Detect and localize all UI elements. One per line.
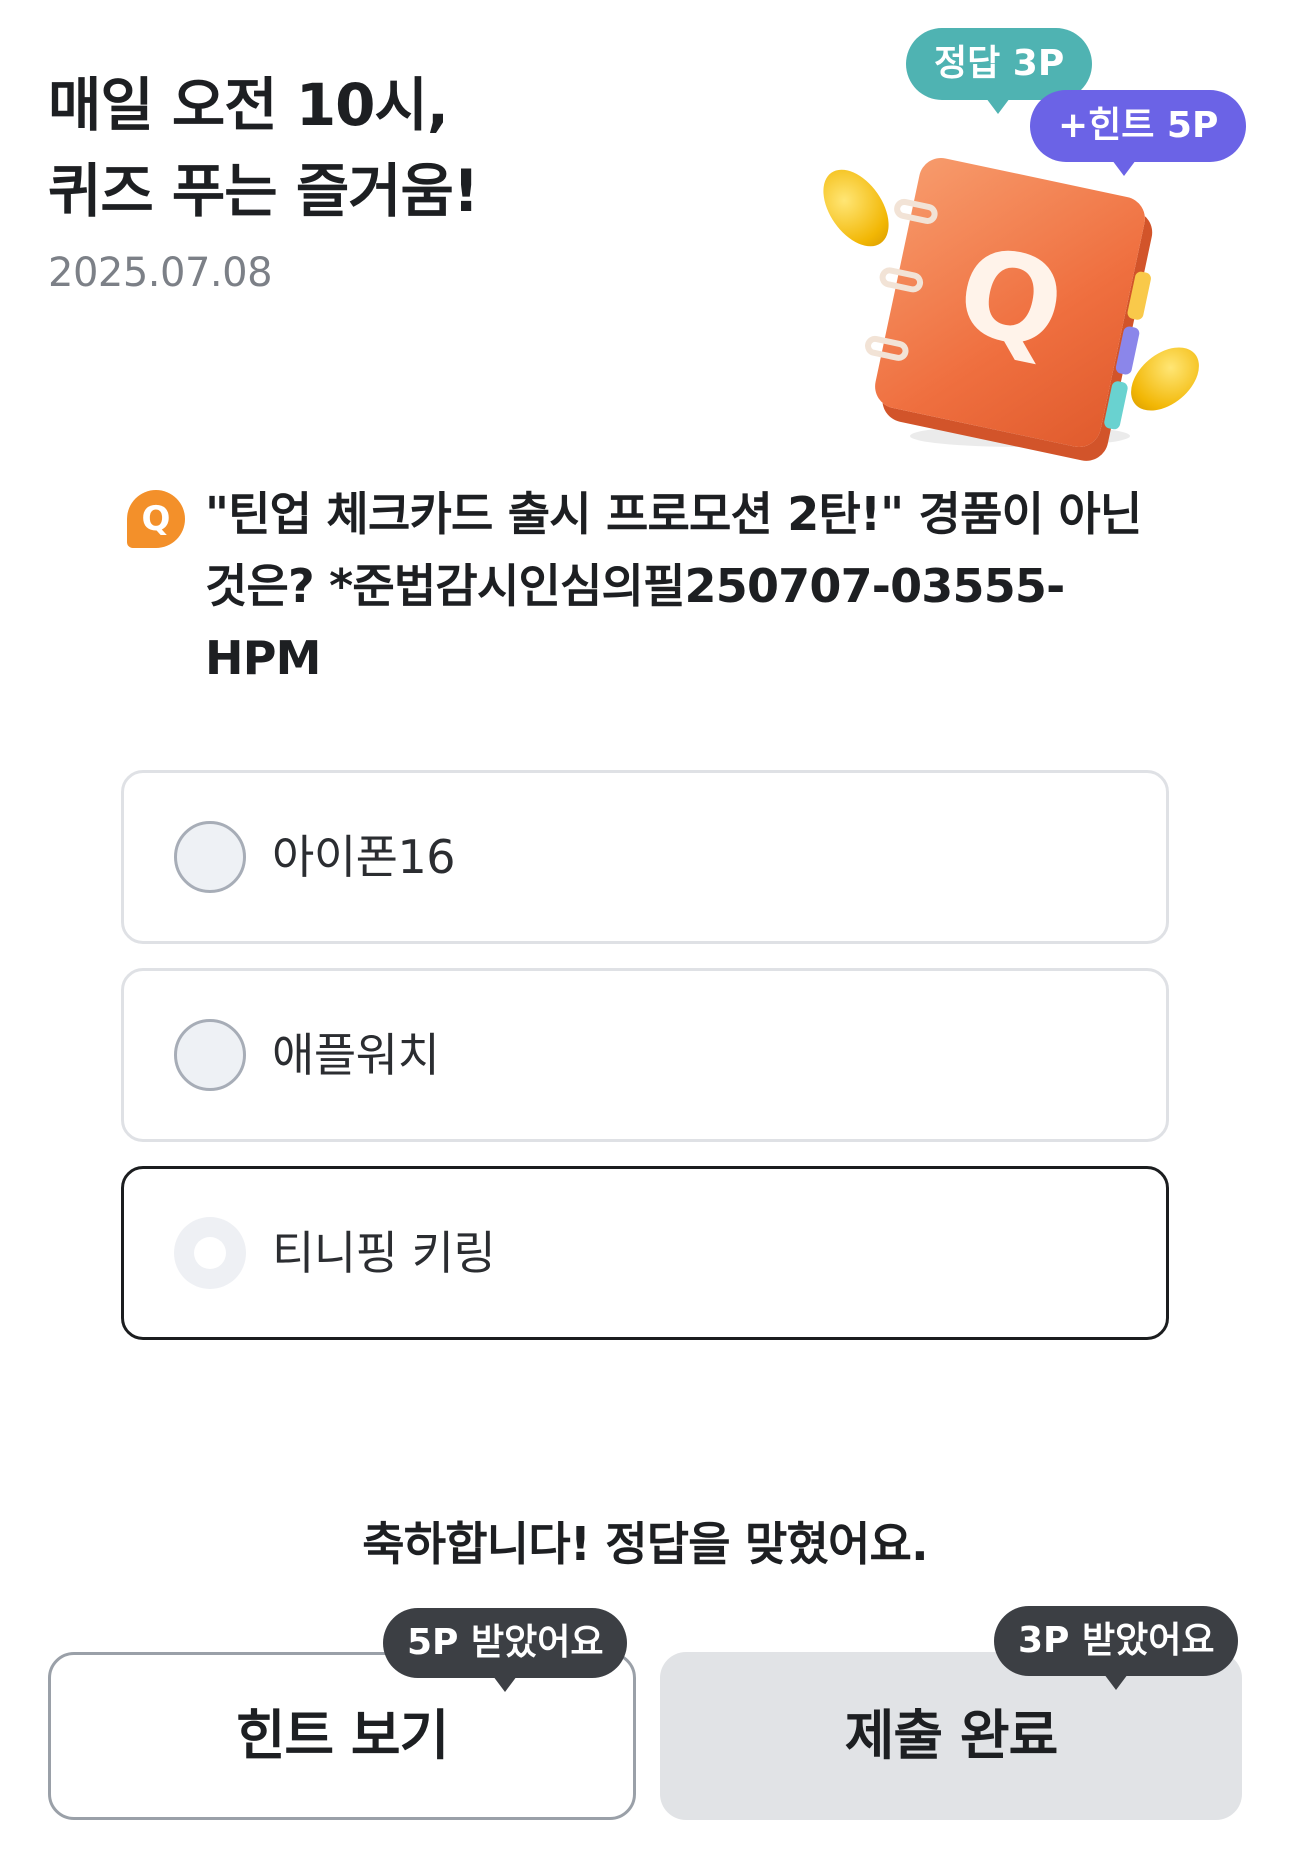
quiz-date: 2025.07.08 [48,250,273,296]
option-label: 아이폰16 [272,830,456,884]
page-title: 매일 오전 10시, 퀴즈 푸는 즐거움! [48,62,479,234]
radio-button[interactable] [174,821,246,893]
coin-icon [810,157,902,259]
book-ring [892,197,940,226]
hint-reward-tooltip: 5P 받았어요 [383,1608,628,1692]
option-label: 티니핑 키링 [272,1226,496,1280]
book-tab [1103,380,1129,431]
book-q-letter: Q [946,220,1075,379]
book-ring [863,334,911,363]
title-line-1: 매일 오전 10시, [48,71,449,139]
radio-button[interactable] [174,1019,246,1091]
answer-option-3[interactable]: 티니핑 키링 [121,1166,1169,1340]
quiz-book-icon: Q [863,153,1153,452]
submit-button[interactable]: 제출 완료 [660,1652,1242,1820]
radio-button-selected[interactable] [174,1217,246,1289]
quiz-illustration: Q 정답 3P +힌트 5P [800,20,1247,452]
option-label: 애플워치 [272,1028,440,1082]
hint-points-bubble: +힌트 5P [1030,90,1247,176]
result-message: 축하합니다! 정답을 맞혔어요. [362,1517,928,1571]
title-line-2: 퀴즈 푸는 즐거움! [48,157,479,225]
question-text: "틴업 체크카드 출시 프로모션 2탄!" 경품이 아닌 것은? *준법감시인심… [205,487,1142,685]
book-tab [1114,325,1141,376]
submit-reward-tooltip: 3P 받았어요 [994,1606,1239,1690]
book-tab [1126,270,1153,321]
answer-option-1[interactable]: 아이폰16 [121,770,1169,944]
book-ring [877,265,925,295]
answer-option-2[interactable]: 애플워치 [121,968,1169,1142]
question-icon: Q [127,490,185,548]
